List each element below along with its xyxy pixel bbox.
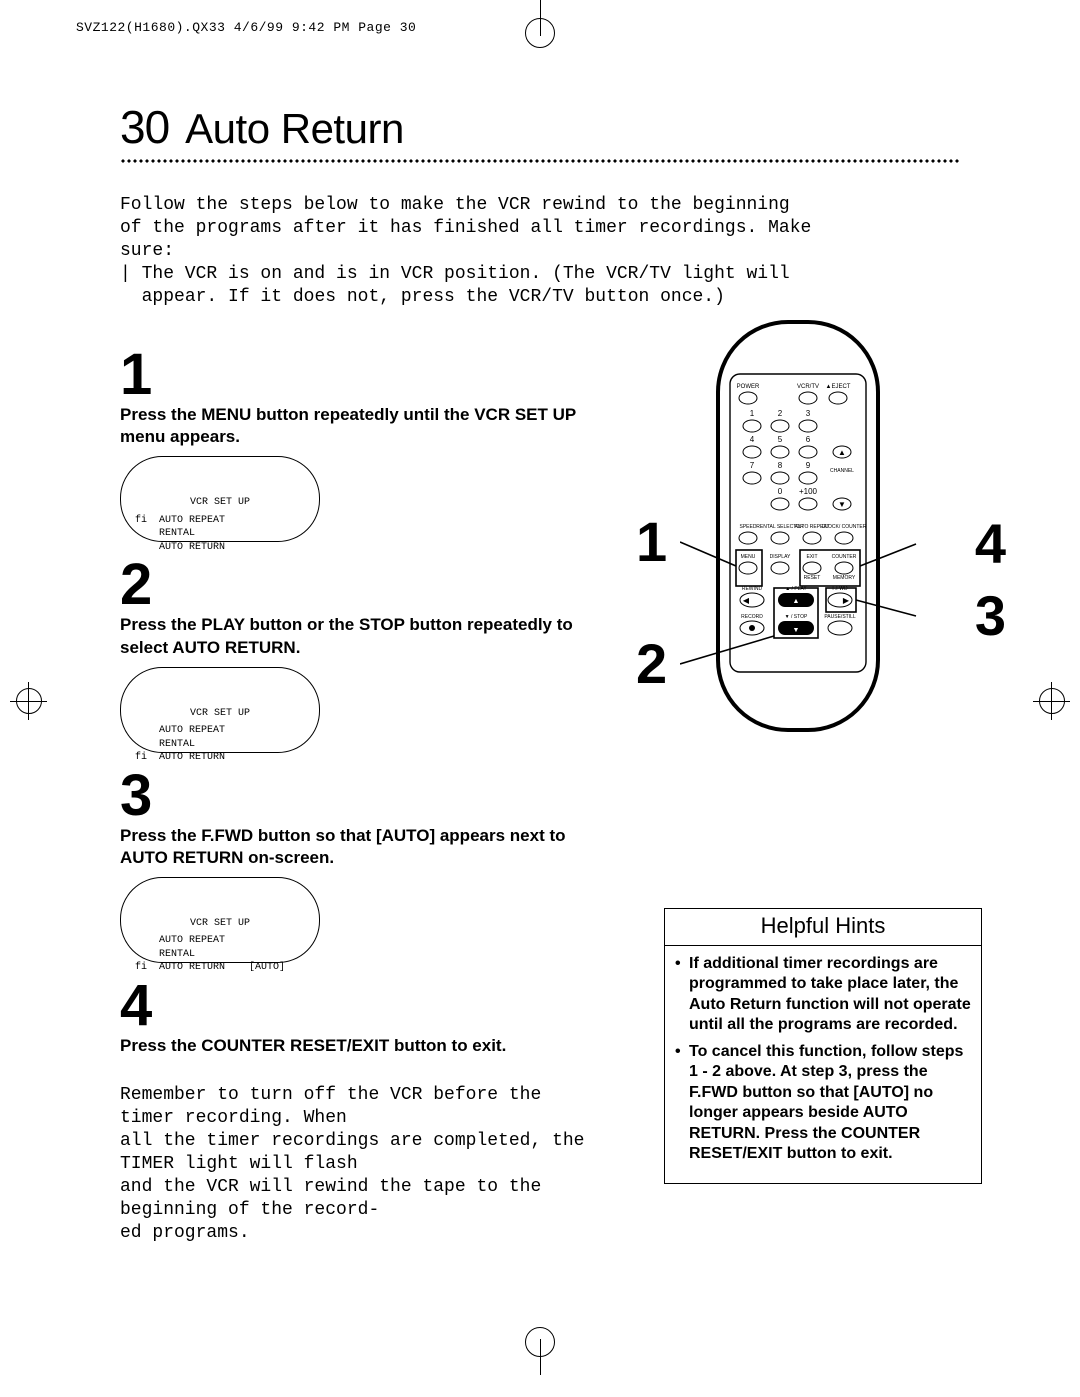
svg-text:◀: ◀: [743, 596, 750, 605]
dotted-rule: [120, 158, 960, 163]
svg-text:SPEED: SPEED: [740, 524, 757, 530]
page-title: Auto Return: [185, 105, 404, 153]
svg-text:▲: ▲: [838, 448, 846, 457]
svg-text:CHANNEL: CHANNEL: [830, 468, 854, 474]
after-step4-text: Remember to turn off the VCR before the …: [120, 1061, 600, 1268]
step-number-3: 3: [120, 767, 600, 825]
callout-1: 1: [636, 514, 667, 570]
svg-text:▼ / STOP: ▼ / STOP: [785, 614, 808, 620]
callout-3: 3: [975, 588, 1006, 644]
svg-text:▼: ▼: [838, 500, 846, 509]
svg-text:REWIND: REWIND: [742, 586, 763, 592]
svg-text:CLOCK/ COUNTER: CLOCK/ COUNTER: [822, 524, 867, 530]
page-number: 30: [120, 100, 169, 154]
svg-text:DISPLAY: DISPLAY: [770, 554, 791, 560]
svg-text:▲: ▲: [793, 598, 800, 605]
osd-screen-3: VCR SET UP AUTO REPEAT RENTAL fi AUTO RE…: [120, 877, 320, 963]
svg-text:5: 5: [778, 435, 783, 444]
svg-text:6: 6: [806, 435, 811, 444]
step-number-2: 2: [120, 556, 600, 614]
hint-item: To cancel this function, follow steps 1 …: [675, 1042, 971, 1165]
step-number-1: 1: [120, 346, 600, 404]
crop-mark: [525, 1327, 555, 1357]
remote-svg: POWER VCR/TV ▲EJECT 1 2 3 4 5 6: [680, 316, 966, 856]
svg-text:RECORD: RECORD: [741, 614, 763, 620]
svg-text:3: 3: [806, 409, 811, 418]
svg-text:MEMORY: MEMORY: [833, 575, 856, 581]
svg-text:VCR/TV: VCR/TV: [797, 384, 819, 390]
svg-text:▲EJECT: ▲EJECT: [826, 384, 851, 390]
svg-text:+100: +100: [799, 487, 818, 496]
svg-text:7: 7: [750, 461, 755, 470]
crop-mark: [1051, 682, 1052, 720]
svg-text:8: 8: [778, 461, 783, 470]
step-heading-4: Press the COUNTER RESET/EXIT button to e…: [120, 1035, 600, 1057]
svg-text:POWER: POWER: [737, 384, 760, 390]
step-heading-3: Press the F.FWD button so that [AUTO] ap…: [120, 825, 600, 869]
osd-screen-2: VCR SET UP AUTO REPEAT RENTAL fi AUTO RE…: [120, 667, 320, 753]
callout-4: 4: [975, 516, 1006, 572]
svg-text:F.FWD: F.FWD: [832, 586, 848, 592]
svg-text:▶: ▶: [843, 596, 850, 605]
svg-text:EXIT: EXIT: [806, 554, 817, 560]
callout-2: 2: [636, 636, 667, 692]
helpful-hints-title: Helpful Hints: [665, 909, 981, 946]
svg-text:COUNTER: COUNTER: [832, 554, 857, 560]
svg-text:4: 4: [750, 435, 755, 444]
crop-mark: [28, 682, 29, 720]
intro-text: Follow the steps below to make the VCR r…: [120, 171, 960, 332]
osd-screen-1: VCR SET UPfi AUTO REPEAT RENTAL AUTO RET…: [120, 456, 320, 542]
svg-text:0: 0: [778, 487, 783, 496]
svg-text:▲ / PLAY: ▲ / PLAY: [785, 586, 807, 592]
step-heading-2: Press the PLAY button or the STOP button…: [120, 614, 600, 658]
page-slug-line: SVZ122(H1680).QX33 4/6/99 9:42 PM Page 3…: [76, 20, 416, 35]
crop-mark: [525, 18, 555, 48]
svg-text:1: 1: [750, 409, 755, 418]
svg-text:2: 2: [778, 409, 783, 418]
remote-diagram: 1 2 3 4 POWER VCR/TV ▲EJECT: [680, 316, 966, 856]
hint-item: If additional timer recordings are progr…: [675, 954, 971, 1036]
svg-text:RESET: RESET: [804, 575, 821, 581]
step-heading-1: Press the MENU button repeatedly until t…: [120, 404, 600, 448]
svg-text:9: 9: [806, 461, 811, 470]
svg-text:MENU: MENU: [741, 554, 756, 560]
svg-text:▼: ▼: [793, 627, 800, 634]
step-number-4: 4: [120, 977, 600, 1035]
helpful-hints-box: Helpful Hints If additional timer record…: [664, 908, 982, 1184]
svg-text:PAUSE/STILL: PAUSE/STILL: [824, 614, 856, 620]
